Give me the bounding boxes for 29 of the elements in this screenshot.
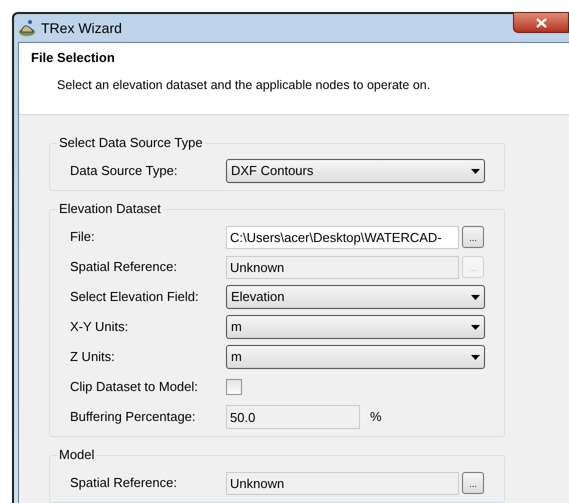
dropdown-arrow-icon — [471, 324, 480, 330]
text-field[interactable]: C:\Users\acer\Desktop\WATERCAD- — [226, 226, 459, 248]
dropdown-arrow-icon — [471, 168, 480, 174]
dropdown[interactable]: m — [226, 345, 485, 369]
browse-button[interactable]: ... — [462, 226, 484, 248]
window-title: TRex Wizard — [41, 18, 122, 38]
app-icon — [18, 19, 36, 37]
field-label: Spatial Reference: — [70, 258, 178, 276]
close-button[interactable] — [513, 12, 569, 33]
dropdown-arrow-icon — [471, 294, 480, 300]
number-field[interactable]: 50.0 — [226, 405, 360, 429]
field-label: Z Units: — [70, 348, 116, 366]
field-label: Buffering Percentage: — [70, 408, 197, 426]
page-title: File Selection — [31, 49, 116, 67]
dropdown-arrow-icon — [471, 354, 480, 360]
field-label: Clip Dataset to Model: — [70, 378, 199, 396]
field-label: X-Y Units: — [70, 318, 130, 336]
field-label: Select Elevation Field: — [70, 288, 200, 306]
field-label: Spatial Reference: — [70, 474, 178, 492]
close-icon — [536, 18, 546, 28]
dropdown[interactable]: DXF Contours — [226, 159, 485, 183]
checkbox[interactable] — [226, 379, 242, 395]
field-label: File: — [70, 228, 96, 246]
dropdown[interactable]: m — [226, 315, 485, 339]
dropdown[interactable]: Elevation — [226, 285, 485, 309]
field-label: Data Source Type: — [70, 162, 178, 180]
unit-label: % — [370, 408, 382, 426]
page-description: Select an elevation dataset and the applicable nodes to operate on. — [56, 76, 432, 94]
group-title: Select Data Source Type — [57, 135, 205, 151]
